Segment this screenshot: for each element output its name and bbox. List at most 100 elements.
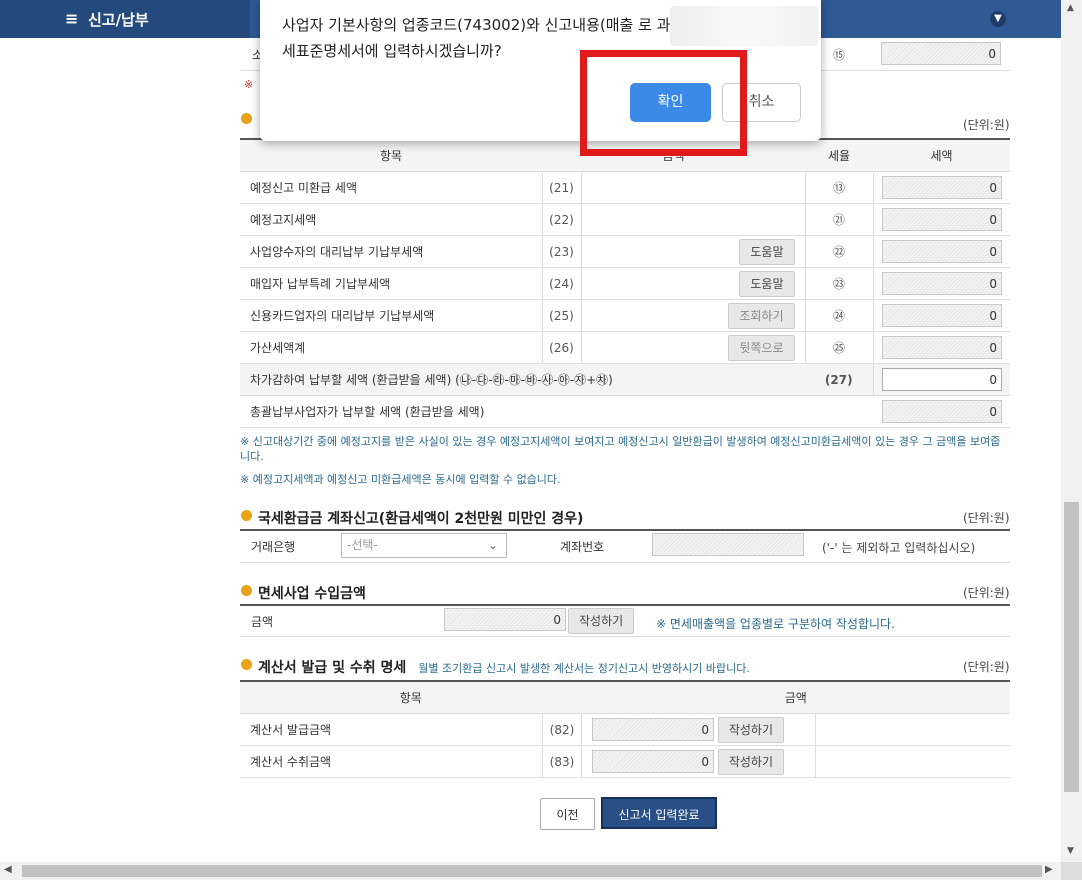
invoice-unit: (단위:원) bbox=[963, 660, 1010, 674]
row-name: 예정신고 미환급 세액 bbox=[240, 171, 542, 204]
row-rate: ㉓ bbox=[805, 267, 874, 300]
row-name: 예정고지세액 bbox=[240, 203, 542, 236]
exempt-note: ※ 면세매출액을 업종별로 구분하여 작성합니다. bbox=[656, 617, 895, 631]
account-number-input[interactable] bbox=[652, 533, 804, 556]
received-amount-input[interactable]: 0 bbox=[592, 750, 714, 773]
row-num: (21) bbox=[541, 171, 582, 204]
table-row: 계산서 발급금액 (82) 0 작성하기 bbox=[240, 713, 1010, 746]
row-num: (82) bbox=[542, 713, 582, 746]
tax-note-2: ※ 예정고지세액과 예정신고 미환급세액은 동시에 입력할 수 없습니다. bbox=[240, 473, 561, 486]
scroll-down-icon[interactable]: ▼ bbox=[1067, 846, 1074, 856]
total-label: 총괄납부사업자가 납부할 세액 (환급받을 세액) bbox=[240, 395, 873, 428]
menu-title[interactable]: 신고/납부 bbox=[88, 9, 149, 30]
table-row: 가산세액계 (26) 뒷쪽으로 ㉕ 0 bbox=[240, 331, 1010, 364]
invoice-table: 항목 금액 계산서 발급금액 (82) 0 작성하기 계산서 수취금액 (83)… bbox=[240, 680, 1010, 778]
header-amount: 금액 bbox=[581, 680, 1010, 714]
scroll-left-icon[interactable]: ◀ bbox=[4, 864, 12, 875]
vertical-scrollbar[interactable]: ▲ ▼ bbox=[1061, 0, 1082, 862]
subtotal-label: 차가감하여 납부할 세액 (환급받을 세액) (㉯-㉰-㉱-㉲-㉳-㉴-㉵-㉶+… bbox=[240, 363, 805, 396]
invoice-subtitle: 월별 조기환급 신고시 발생한 계산서는 정기신고시 반영하시기 바랍니다. bbox=[418, 662, 750, 675]
row-empty bbox=[815, 745, 1010, 778]
divider bbox=[240, 529, 1010, 531]
exempt-unit: (단위:원) bbox=[963, 586, 1010, 600]
tax-note-1: ※ 신고대상기간 중에 예정고지를 받은 사실이 있는 경우 예정고지세액이 보… bbox=[240, 435, 1001, 463]
row-rate: ⑬ bbox=[805, 171, 874, 204]
row-tax-input[interactable]: 0 bbox=[882, 176, 1002, 199]
table-row: 계산서 수취금액 (83) 0 작성하기 bbox=[240, 745, 1010, 778]
received-write-button[interactable]: 작성하기 bbox=[717, 748, 784, 775]
subtotal-input[interactable]: 0 bbox=[882, 368, 1002, 391]
scroll-thumb[interactable] bbox=[22, 865, 1042, 877]
refund-unit: (단위:원) bbox=[963, 511, 1010, 525]
exempt-write-button[interactable]: 작성하기 bbox=[568, 608, 635, 634]
horizontal-scrollbar[interactable]: ◀ ▶ bbox=[0, 862, 1061, 880]
row-amount bbox=[581, 203, 806, 236]
row-rate: ㉕ bbox=[805, 331, 874, 364]
section-bullet-icon bbox=[241, 510, 252, 521]
chevron-down-circle-icon[interactable]: ▼ bbox=[990, 11, 1006, 27]
row-rate: ㉑ bbox=[805, 203, 874, 236]
row-tax-input[interactable]: 0 bbox=[882, 336, 1002, 359]
section-bullet-icon bbox=[241, 659, 252, 670]
scroll-up-icon[interactable]: ▲ bbox=[1067, 3, 1074, 13]
exempt-amount-label: 금액 bbox=[251, 615, 274, 629]
partial-row-rate: ⑮ bbox=[833, 48, 846, 62]
blurred-area bbox=[670, 6, 818, 46]
row-tax-input[interactable]: 0 bbox=[882, 208, 1002, 231]
invoice-section-title: 계산서 발급 및 수취 명세 월별 조기환급 신고시 발생한 계산서는 정기신고시… bbox=[241, 657, 750, 677]
row-name: 계산서 수취금액 bbox=[240, 745, 543, 778]
exempt-amount-input[interactable]: 0 bbox=[444, 608, 566, 631]
lookup-button[interactable]: 조회하기 bbox=[728, 302, 795, 329]
invoice-table-header: 항목 금액 bbox=[240, 680, 1010, 714]
complete-button[interactable]: 신고서 입력완료 bbox=[601, 797, 717, 829]
bank-select[interactable]: -선택- ⌄ bbox=[341, 533, 507, 558]
row-num: (83) bbox=[542, 745, 582, 778]
total-input[interactable]: 0 bbox=[882, 400, 1002, 423]
help-button[interactable]: 도움말 bbox=[739, 238, 795, 265]
partial-row-tax-input[interactable]: 0 bbox=[881, 42, 1001, 65]
table-row: 예정신고 미환급 세액 (21) ⑬ 0 bbox=[240, 171, 1010, 204]
table-row: 신용카드업자의 대리납부 기납부세액 (25) 조회하기 ㉔ 0 bbox=[240, 299, 1010, 332]
table-row: 사업양수자의 대리납부 기납부세액 (23) 도움말 ㉒ 0 bbox=[240, 235, 1010, 268]
row-num: (26) bbox=[541, 331, 582, 364]
subtotal-row: 차가감하여 납부할 세액 (환급받을 세액) (㉯-㉰-㉱-㉲-㉳-㉴-㉵-㉶+… bbox=[240, 363, 1010, 396]
refund-section-title: 국세환급금 계좌신고(환급세액이 2천만원 미만인 경우) bbox=[241, 508, 583, 528]
issued-write-button[interactable]: 작성하기 bbox=[717, 716, 784, 743]
exempt-section-title: 면세사업 수입금액 bbox=[241, 583, 366, 603]
menu-icon[interactable]: ≡ bbox=[65, 9, 78, 28]
tax-unit: (단위:원) bbox=[963, 118, 1010, 132]
row-tax-input[interactable]: 0 bbox=[882, 272, 1002, 295]
scroll-corner bbox=[1061, 862, 1082, 880]
row-rate: ㉒ bbox=[805, 235, 874, 268]
account-label: 계좌번호 bbox=[560, 540, 605, 554]
row-tax-input[interactable]: 0 bbox=[882, 240, 1002, 263]
header-rate: 세율 bbox=[805, 138, 873, 172]
row-num: (23) bbox=[541, 235, 582, 268]
highlight-box bbox=[580, 50, 747, 156]
back-page-button[interactable]: 뒷쪽으로 bbox=[728, 334, 795, 361]
row-amount bbox=[581, 171, 806, 204]
section-bullet-icon bbox=[241, 585, 252, 596]
prev-button[interactable]: 이전 bbox=[540, 798, 595, 830]
dropdown-chevron-icon: ⌄ bbox=[487, 538, 498, 552]
note-mark: ※ bbox=[244, 78, 254, 91]
header-item: 항목 bbox=[240, 680, 582, 714]
divider bbox=[240, 636, 1010, 637]
scroll-thumb[interactable] bbox=[1064, 502, 1079, 792]
row-tax-input[interactable]: 0 bbox=[882, 304, 1002, 327]
row-name: 신용카드업자의 대리납부 기납부세액 bbox=[240, 299, 542, 332]
table-row: 매입자 납부특례 기납부세액 (24) 도움말 ㉓ 0 bbox=[240, 267, 1010, 300]
divider bbox=[240, 562, 1010, 563]
row-num: (24) bbox=[541, 267, 582, 300]
help-button[interactable]: 도움말 bbox=[739, 270, 795, 297]
row-name: 사업양수자의 대리납부 기납부세액 bbox=[240, 235, 542, 268]
section-bullet-icon bbox=[241, 113, 252, 127]
total-row: 총괄납부사업자가 납부할 세액 (환급받을 세액) 0 bbox=[240, 395, 1010, 428]
row-name: 계산서 발급금액 bbox=[240, 713, 543, 746]
row-num: (25) bbox=[541, 299, 582, 332]
tax-table: 항목 금액 세율 세액 예정신고 미환급 세액 (21) ⑬ 0 예정고지세액 … bbox=[240, 138, 1010, 428]
issued-amount-input[interactable]: 0 bbox=[592, 718, 714, 741]
scroll-right-icon[interactable]: ▶ bbox=[1045, 864, 1053, 875]
row-name: 매입자 납부특례 기납부세액 bbox=[240, 267, 542, 300]
row-num: (22) bbox=[541, 203, 582, 236]
